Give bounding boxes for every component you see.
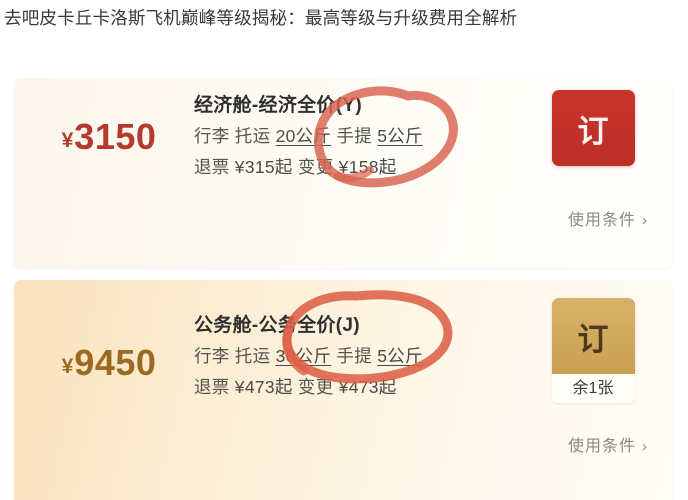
checked-baggage-label: 托运 — [234, 346, 271, 366]
checked-baggage-value: 20公斤 — [275, 126, 332, 146]
change-value: ¥473起 — [338, 377, 397, 397]
carryon-baggage-value: 5公斤 — [377, 126, 423, 146]
carryon-baggage-label: 手提 — [336, 346, 373, 366]
checked-baggage-label: 托运 — [234, 126, 271, 146]
change-label: 变更 — [297, 157, 334, 177]
fare-details-business: 公务舱-公务全价(J) 行李 托运 30公斤 手提 5公斤 退票 ¥473起 变… — [194, 310, 524, 403]
checked-baggage-value: 30公斤 — [275, 346, 332, 366]
change-value: ¥158起 — [338, 157, 397, 177]
fees-row-business: 退票 ¥473起 变更 ¥473起 — [194, 372, 524, 403]
page-title: 去吧皮卡丘卡洛斯飞机巅峰等级揭秘：最高等级与升级费用全解析 — [4, 8, 518, 28]
price-amount: 3150 — [74, 116, 157, 157]
stock-badge-business: 余1张 — [551, 374, 635, 403]
cabin-name-economy: 经济舱-经济全价(Y) — [194, 95, 362, 116]
baggage-label: 行李 — [194, 346, 230, 366]
change-label: 变更 — [297, 377, 334, 397]
fare-card-list: ¥3150 经济舱-经济全价(Y) 行李 托运 20公斤 手提 5公斤 退票 ¥… — [0, 66, 688, 500]
terms-label: 使用条件 — [567, 212, 636, 229]
book-button-economy[interactable]: 订 — [551, 90, 635, 166]
baggage-label: 行李 — [194, 126, 230, 146]
chevron-right-icon: › — [642, 212, 648, 229]
price-amount: 9450 — [74, 342, 157, 383]
currency-symbol: ¥ — [61, 355, 74, 378]
terms-link-economy[interactable]: 使用条件 › — [568, 206, 648, 230]
currency-symbol: ¥ — [61, 129, 74, 152]
terms-link-business[interactable]: 使用条件 › — [568, 432, 648, 456]
action-area-economy: 订 — [518, 90, 668, 166]
baggage-row-economy: 行李 托运 20公斤 手提 5公斤 — [194, 121, 524, 152]
fare-card-business[interactable]: ¥9450 公务舱-公务全价(J) 行李 托运 30公斤 手提 5公斤 退票 ¥… — [14, 280, 672, 500]
fare-card-economy[interactable]: ¥3150 经济舱-经济全价(Y) 行李 托运 20公斤 手提 5公斤 退票 ¥… — [14, 78, 672, 268]
refund-label: 退票 — [194, 377, 230, 397]
refund-value: ¥315起 — [234, 157, 293, 177]
fare-details-economy: 经济舱-经济全价(Y) 行李 托运 20公斤 手提 5公斤 退票 ¥315起 变… — [194, 90, 524, 183]
price-economy: ¥3150 — [14, 116, 204, 158]
carryon-baggage-label: 手提 — [336, 126, 373, 146]
price-business: ¥9450 — [14, 342, 204, 384]
cabin-name-business: 公务舱-公务全价(J) — [194, 315, 360, 336]
baggage-row-business: 行李 托运 30公斤 手提 5公斤 — [194, 341, 524, 372]
terms-label: 使用条件 — [567, 438, 636, 455]
refund-value: ¥473起 — [234, 377, 293, 397]
carryon-baggage-value: 5公斤 — [377, 346, 423, 366]
refund-label: 退票 — [194, 157, 230, 177]
action-area-business: 订 余1张 — [518, 298, 668, 403]
chevron-right-icon: › — [642, 438, 648, 455]
fees-row-economy: 退票 ¥315起 变更 ¥158起 — [194, 152, 524, 183]
book-button-business[interactable]: 订 — [551, 298, 635, 374]
